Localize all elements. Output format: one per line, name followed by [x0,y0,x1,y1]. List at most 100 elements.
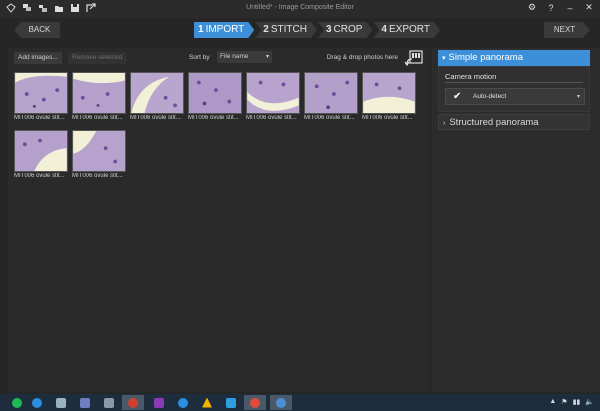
windows-store-icon[interactable] [220,395,242,410]
thumbnail[interactable]: MIT006 ovule stit... [72,130,126,179]
thumbnail-caption: MIT006 ovule stit... [304,115,355,121]
show-hidden-icons-icon[interactable]: ▲ [549,398,556,406]
import-toolbar: Add images... Remove selected Sort by Fi… [8,48,428,68]
thumbnail[interactable]: MIT006 ovule stit... [72,72,126,121]
window-title: Untitled* - Image Composite Editor [246,4,354,11]
thumbnail[interactable]: MIT006 ovule stit... [362,72,416,121]
pen-tool-icon[interactable] [50,395,72,410]
thumbnail-image [246,72,300,114]
drag-drop-icon [404,49,424,67]
thumbnail[interactable]: MIT006 ovule stit... [188,72,242,121]
step-number: 1 [198,24,204,35]
thumbnail[interactable]: MIT006 ovule stit... [14,72,68,121]
step-label: IMPORT [205,24,245,35]
internet-explorer-icon[interactable] [26,395,48,410]
add-images-button[interactable]: Add images... [14,52,62,64]
google-drive-icon[interactable] [196,395,218,410]
drag-drop-hint: Drag & drop photos here [326,54,398,61]
thumbnail-image [304,72,358,114]
thumbnail-image [362,72,416,114]
simple-panorama-header[interactable]: ▾ Simple panorama [438,50,590,66]
step-label: CROP [333,24,363,35]
minimize-button[interactable]: – [565,3,575,13]
thumbnail-caption: MIT006 ovule stit... [14,115,65,121]
chevron-down-icon: ▾ [265,54,269,60]
chevron-right-icon: › [443,120,446,127]
step-import[interactable]: 1 IMPORT [194,22,254,38]
thumbnail-image [188,72,242,114]
camera-motion-select[interactable]: ✔ Auto-detect ▾ [445,88,585,105]
action-center-icon[interactable]: ⚑ [561,398,567,406]
snipping-tool-icon[interactable] [122,395,144,410]
structured-panorama-header[interactable]: › Structured panorama [438,114,590,130]
image-composite-editor-icon[interactable] [270,395,292,410]
thumbnail-image [72,72,126,114]
chrome-icon[interactable] [244,395,266,410]
thumbnail-caption: MIT006 ovule stit... [188,115,239,121]
close-button[interactable]: ✕ [584,2,594,13]
snipping-tool-icon [128,397,138,408]
help-icon[interactable]: ? [546,3,556,13]
step-export[interactable]: 4 EXPORT [373,22,440,38]
back-button[interactable]: BACK [14,22,60,38]
taskbar: ▲ ⚑ ▮▮ 🔈 [0,394,600,411]
sync-icon [178,397,188,408]
thumbnail-image [14,72,68,114]
thumbnail[interactable]: MIT006 ovule stit... [14,130,68,179]
workflow-bar: BACK 1 IMPORT 2 STITCH 3 CROP 4 EXPORT NEXT [0,18,600,46]
onenote-icon[interactable] [148,395,170,410]
chevron-down-icon: ▾ [442,55,446,62]
chevron-down-icon: ▾ [576,94,580,100]
volume-icon[interactable]: 🔈 [585,398,594,406]
app-store-icon [104,397,114,408]
simple-panorama-body: Camera motion ✔ Auto-detect ▾ [438,66,590,112]
next-button[interactable]: NEXT [544,22,590,38]
spotify-icon [12,397,22,408]
thumbnail-image [14,130,68,172]
window-controls: ⚙ ? – ✕ [527,2,594,13]
sort-value: File name [220,53,249,60]
step-label: STITCH [270,24,307,35]
system-tray: ▲ ⚑ ▮▮ 🔈 [549,398,594,406]
image-composite-editor-icon [276,397,286,408]
checkmark-icon: ✔ [453,91,462,102]
thumbnail[interactable]: MIT006 ovule stit... [130,72,184,121]
step-crop[interactable]: 3 CROP [318,22,372,38]
battery-icon[interactable]: ▮▮ [573,398,581,406]
step-number: 4 [381,24,387,35]
thumbnail-caption: MIT006 ovule stit... [362,115,413,121]
title-bar: Untitled* - Image Composite Editor ⚙ ? –… [0,0,600,18]
thumbnail-image [130,72,184,114]
app-store-icon[interactable] [98,395,120,410]
settings-icon[interactable]: ⚙ [527,2,537,13]
simple-panorama-label: Simple panorama [448,52,523,63]
thumbnail-image [72,130,126,172]
camera-motion-value: Auto-detect [473,93,507,100]
sync-icon[interactable] [172,395,194,410]
image-list-pane: Add images... Remove selected Sort by Fi… [8,48,428,392]
divider [445,82,583,83]
thumbnail[interactable]: MIT006 ovule stit... [304,72,358,121]
internet-explorer-icon [32,397,42,408]
sort-select[interactable]: File name ▾ [217,51,272,63]
step-number: 2 [263,24,269,35]
spotify-icon[interactable] [6,395,28,410]
step-label: EXPORT [388,24,430,35]
step-stitch[interactable]: 2 STITCH [255,22,317,38]
settings-pane: ▾ Simple panorama Camera motion ✔ Auto-de… [432,48,600,392]
step-number: 3 [325,24,332,35]
remove-selected-button[interactable]: Remove selected [68,52,127,64]
thumbnail[interactable]: MIT006 ovule stit... [246,72,300,121]
thumbnail-caption: MIT006 ovule stit... [14,173,65,179]
windows-store-icon [226,397,236,408]
thumbnail-caption: MIT006 ovule stit... [246,115,297,121]
sort-label: Sort by [189,54,210,61]
virtual-machine-icon[interactable] [74,395,96,410]
pen-tool-icon [56,397,66,408]
camera-motion-label: Camera motion [445,72,497,81]
virtual-machine-icon [80,397,90,408]
onenote-icon [154,397,164,408]
structured-panorama-label: Structured panorama [449,117,539,128]
google-drive-icon [202,397,212,408]
thumbnail-caption: MIT006 ovule stit... [72,173,123,179]
